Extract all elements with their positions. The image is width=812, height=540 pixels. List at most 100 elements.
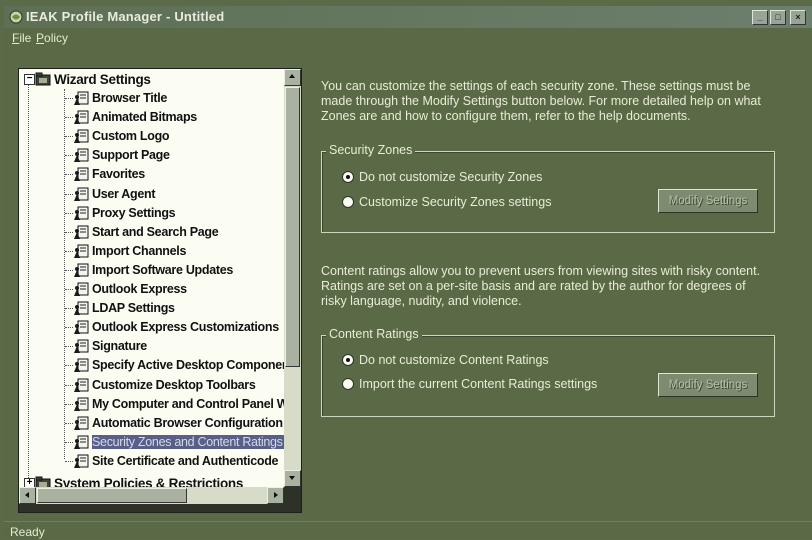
- tree-item-label: Favorites: [92, 167, 145, 181]
- menu-policy[interactable]: Policy: [36, 31, 68, 45]
- tree-item-label: User Agent: [92, 187, 156, 201]
- tree-connector: [65, 308, 73, 309]
- maximize-button[interactable]: □: [770, 10, 786, 25]
- tree-connector: [65, 136, 73, 137]
- arrow-up-icon: [289, 74, 295, 78]
- scroll-up-button[interactable]: [284, 69, 301, 86]
- wizard-page-icon: [74, 244, 89, 258]
- tree-connector: [65, 327, 73, 328]
- tree-connector: [65, 385, 73, 386]
- radio-label: Import the current Content Ratings setti…: [359, 377, 598, 391]
- scroll-down-button[interactable]: [284, 470, 301, 487]
- wizard-page-icon: [74, 397, 89, 411]
- wizard-page-icon: [74, 148, 89, 162]
- settings-tree: − Wizard Settings Browser Title Animated …: [18, 68, 302, 513]
- wizard-page-icon: [74, 378, 89, 392]
- wizard-page-icon: [74, 320, 89, 334]
- modify-security-settings-button[interactable]: Modify Settings: [658, 189, 758, 213]
- wizard-page-icon: [74, 358, 89, 372]
- tree-item-label: Customize Desktop Toolbars: [92, 378, 256, 392]
- scroll-right-button[interactable]: [267, 487, 284, 504]
- tree-vertical-scrollbar[interactable]: [284, 69, 301, 487]
- tree-connector: [65, 423, 73, 424]
- app-window: IEAK Profile Manager - Untitled _ □ × Fi…: [4, 6, 812, 539]
- menu-file-label: ile: [19, 31, 32, 45]
- radio-button[interactable]: [342, 171, 354, 183]
- window-title: IEAK Profile Manager - Untitled: [26, 9, 225, 24]
- tree-item-label: Outlook Express: [92, 282, 187, 296]
- modify-ratings-settings-button[interactable]: Modify Settings: [658, 373, 758, 397]
- radio-selected-dot: [346, 358, 350, 362]
- folder-icon: [35, 72, 51, 86]
- tree-item-label: Site Certificate and Authenticode: [92, 454, 279, 468]
- scroll-thumb-horizontal[interactable]: [37, 488, 187, 503]
- tree-connector: [65, 174, 73, 175]
- radio-button[interactable]: [342, 354, 354, 366]
- scroll-thumb[interactable]: [285, 87, 300, 367]
- description-line: risky language, nudity, and violence.: [321, 294, 522, 308]
- radio-label: Customize Security Zones settings: [359, 195, 552, 209]
- ratings-description: Content ratings allow you to prevent use…: [321, 264, 760, 309]
- tree-root-label: System Policies & Restrictions: [54, 476, 244, 487]
- tree-collapse-toggle[interactable]: −: [24, 74, 35, 85]
- tree-connector: [65, 270, 73, 271]
- tree-expand-toggle[interactable]: +: [24, 478, 35, 487]
- wizard-page-icon: [74, 435, 89, 449]
- tree-connector: [65, 98, 73, 99]
- security-description: You can customize the settings of each s…: [321, 79, 761, 124]
- tree-connector: [65, 289, 73, 290]
- wizard-page-icon: [74, 129, 89, 143]
- radio-selected-dot: [346, 175, 350, 179]
- tree-item-label: Custom Logo: [92, 129, 170, 143]
- description-line: Content ratings allow you to prevent use…: [321, 264, 761, 278]
- tree-connector: [28, 84, 29, 478]
- wizard-page-icon: [74, 225, 89, 239]
- tree-item-label: Start and Search Page: [92, 225, 219, 239]
- arrow-left-icon: [25, 492, 29, 498]
- wizard-page-icon: [74, 282, 89, 296]
- tree-item-label: Import Software Updates: [92, 263, 234, 277]
- radio-button[interactable]: [342, 196, 354, 208]
- wizard-page-icon: [74, 301, 89, 315]
- close-button[interactable]: ×: [790, 10, 806, 25]
- tree-connector: [65, 442, 73, 443]
- wizard-page-icon: [74, 263, 89, 277]
- minimize-button[interactable]: _: [752, 10, 768, 25]
- menu-policy-label: olicy: [44, 31, 69, 45]
- wizard-page-icon: [74, 110, 89, 124]
- tree-item-label: Automatic Browser Configuration: [92, 416, 283, 430]
- scroll-left-button[interactable]: [19, 487, 36, 504]
- tree-connector: [65, 404, 73, 405]
- description-line: Zones are and how to configure them, ref…: [321, 109, 691, 123]
- tree-item-label: Security Zones and Content Ratings: [92, 435, 284, 449]
- tree-connector: [65, 155, 73, 156]
- tree-connector: [65, 461, 73, 462]
- menu-file[interactable]: File: [12, 31, 31, 45]
- tree-item-label: Support Page: [92, 148, 170, 162]
- tree-item-label: Outlook Express Customizations: [92, 320, 279, 334]
- wizard-page-icon: [74, 91, 89, 105]
- folder-icon: [35, 476, 51, 487]
- wizard-page-icon: [74, 454, 89, 468]
- app-icon: [9, 10, 23, 24]
- tree-connector: [65, 232, 73, 233]
- description-line: Ratings are set on a per-site basis and …: [321, 279, 746, 293]
- tree-item-label: Import Channels: [92, 244, 187, 258]
- description-line: made through the Modify Settings button …: [321, 94, 761, 108]
- tree-view[interactable]: − Wizard Settings Browser Title Animated …: [19, 69, 284, 487]
- tree-connector: [65, 365, 73, 366]
- tree-connector: [65, 213, 73, 214]
- arrow-right-icon: [274, 492, 278, 498]
- tree-connector: [65, 346, 73, 347]
- radio-button[interactable]: [342, 378, 354, 390]
- wizard-page-icon: [74, 206, 89, 220]
- tree-root-label: Wizard Settings: [54, 72, 151, 87]
- tree-item-label: My Computer and Control Panel Webview: [92, 397, 284, 411]
- description-line: You can customize the settings of each s…: [321, 79, 751, 93]
- tree-connector: [65, 117, 73, 118]
- title-bar[interactable]: IEAK Profile Manager - Untitled _ □ ×: [4, 6, 812, 28]
- tree-item-label: LDAP Settings: [92, 301, 175, 315]
- tree-horizontal-scrollbar[interactable]: [19, 487, 284, 504]
- tree-item-label: Browser Title: [92, 91, 168, 105]
- menu-policy-mnemonic: P: [36, 31, 45, 45]
